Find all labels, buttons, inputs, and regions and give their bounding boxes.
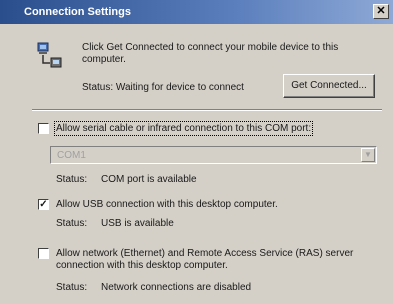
get-connected-button[interactable]: Get Connected... (283, 74, 375, 98)
divider (32, 109, 382, 111)
com-port-label[interactable]: Allow serial cable or infrared connectio… (53, 121, 314, 136)
device-status-value: Waiting for device to connect (115, 82, 244, 93)
com-port-select[interactable]: COM1 ▼ (50, 146, 377, 164)
com-port-checkbox[interactable] (38, 123, 49, 134)
com-status-value: COM port is available (101, 174, 197, 185)
network-status-label: Status: (56, 282, 88, 293)
close-button[interactable]: ✕ (373, 4, 389, 19)
usb-status-value: USB is available (101, 218, 174, 229)
window-title: Connection Settings (24, 6, 131, 18)
title-bar: Connection Settings ✕ (0, 0, 393, 24)
usb-checkbox[interactable]: ✓ (38, 199, 49, 210)
device-status: Status: Waiting for device to connect (82, 82, 244, 93)
network-label[interactable]: Allow network (Ethernet) and Remote Acce… (56, 248, 376, 272)
com-port-value: COM1 (57, 150, 86, 161)
usb-status-label: Status: (56, 218, 88, 229)
connection-device-icon (37, 42, 62, 68)
com-port-label-text: Allow serial cable or infrared connectio… (53, 121, 314, 136)
network-status-value: Network connections are disabled (101, 282, 252, 293)
chevron-down-icon[interactable]: ▼ (361, 148, 375, 162)
intro-text: Click Get Connected to connect your mobi… (82, 42, 339, 65)
device-status-label: Status: (82, 82, 114, 93)
com-status-label: Status: (56, 174, 88, 185)
network-checkbox[interactable] (38, 248, 49, 259)
usb-label[interactable]: Allow USB connection with this desktop c… (56, 199, 278, 211)
